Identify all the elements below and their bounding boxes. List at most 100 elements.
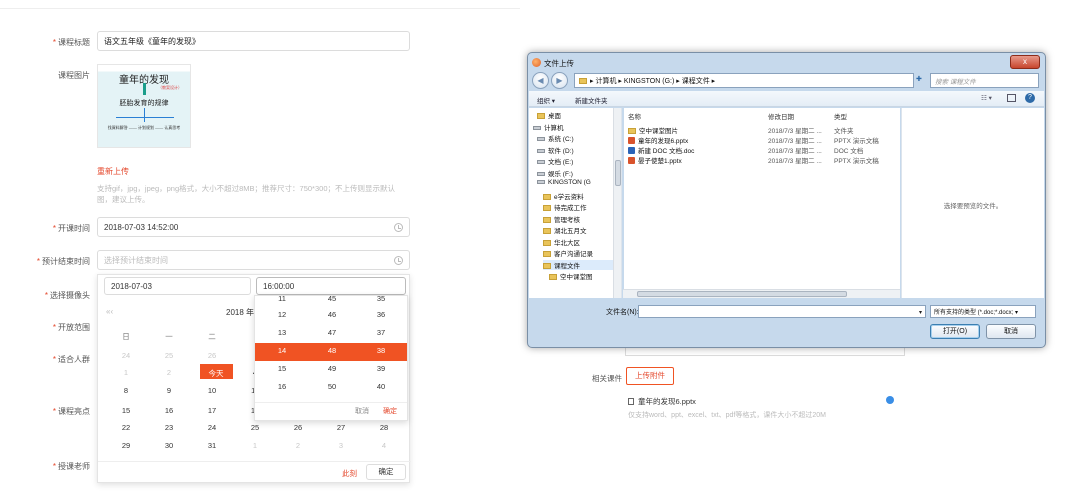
picker-time-input[interactable]: 16:00:00	[256, 277, 406, 295]
calendar-day[interactable]: 22	[114, 423, 138, 432]
nav-item[interactable]: 客户沟通记录	[543, 248, 593, 258]
nav-item[interactable]: 湖北五月文	[543, 225, 587, 235]
refresh-button[interactable]: ✚	[916, 75, 922, 83]
nav-scroll-thumb[interactable]	[615, 160, 621, 186]
calendar-day[interactable]: 26	[286, 423, 310, 432]
search-input[interactable]: 搜索 课程文件	[930, 73, 1039, 88]
time-option-minutes[interactable]: 46	[312, 310, 352, 319]
file-row[interactable]: 新建 DOC 文档.doc	[628, 145, 694, 155]
calendar-today[interactable]: 今天	[204, 368, 228, 379]
calendar-day[interactable]: 25	[157, 351, 181, 360]
time-option-hours[interactable]: 11	[262, 296, 302, 303]
filetype-select[interactable]: 所有支持的类型 (*.doc;*.docx; ▾	[930, 305, 1036, 318]
file-row[interactable]: 空中课堂图片	[628, 125, 678, 135]
close-button[interactable]: x	[1010, 55, 1040, 69]
organize-menu[interactable]: 组织 ▾	[537, 95, 555, 105]
time-option-minutes[interactable]: 47	[312, 328, 352, 337]
nav-item[interactable]: 桌面	[537, 110, 561, 120]
column-name[interactable]: 名称	[628, 111, 641, 121]
address-bar[interactable]: ▸ 计算机 ▸ KINGSTON (G:) ▸ 课程文件 ▸	[574, 73, 914, 88]
column-date[interactable]: 修改日期	[768, 111, 794, 121]
time-option-minutes[interactable]: 49	[312, 364, 352, 373]
nav-item[interactable]: 娱乐 (F:)	[537, 168, 573, 178]
calendar-day[interactable]: 24	[200, 423, 224, 432]
picker-now-button[interactable]: 此刻	[342, 468, 357, 479]
back-button[interactable]: ◀	[532, 72, 549, 89]
time-option-hours[interactable]: 16	[262, 382, 302, 391]
time-option-minutes[interactable]: 50	[312, 382, 352, 391]
nav-item[interactable]: 软件 (D:)	[537, 145, 574, 155]
calendar-day[interactable]: 1	[243, 441, 267, 450]
preview-pane-icon[interactable]	[1007, 94, 1016, 102]
calendar-day[interactable]: 17	[200, 406, 224, 415]
time-option-hours[interactable]: 14	[262, 346, 302, 355]
calendar-day[interactable]: 16	[157, 406, 181, 415]
help-icon[interactable]: ?	[1025, 93, 1035, 103]
reupload-link[interactable]: 重新上传	[97, 166, 129, 177]
filename-input[interactable]	[638, 305, 926, 318]
calendar-day[interactable]: 1	[114, 368, 138, 377]
nav-item[interactable]: 待完成工作	[543, 202, 587, 212]
course-title-input[interactable]: 语文五年级《童年的发现》	[97, 31, 410, 51]
time-option-seconds[interactable]: 39	[361, 364, 401, 373]
time-option-seconds[interactable]: 40	[361, 382, 401, 391]
nav-item[interactable]: 系统 (C:)	[537, 133, 574, 143]
nav-item[interactable]: 课程文件	[543, 259, 613, 270]
time-option-minutes[interactable]: 45	[312, 296, 352, 303]
time-option-hours[interactable]: 12	[262, 310, 302, 319]
nav-item[interactable]: 华北大区	[543, 237, 580, 247]
calendar-day[interactable]: 4	[372, 441, 396, 450]
calendar-day[interactable]: 2	[157, 368, 181, 377]
calendar-day[interactable]: 2	[286, 441, 310, 450]
time-option-minutes[interactable]: 48	[312, 346, 352, 355]
picker-date-input[interactable]: 2018-07-03	[104, 277, 251, 295]
calendar-day[interactable]: 15	[114, 406, 138, 415]
calendar-day[interactable]: 8	[114, 386, 138, 395]
time-option-seconds[interactable]: 38	[361, 346, 401, 355]
file-row[interactable]: 童年的发现6.pptx	[628, 135, 688, 145]
time-option-hours[interactable]: 13	[262, 328, 302, 337]
nav-item[interactable]: 管理考核	[543, 214, 580, 224]
nav-item[interactable]: 计算机	[533, 122, 564, 132]
calendar-day[interactable]: 28	[372, 423, 396, 432]
calendar-day[interactable]: 30	[157, 441, 181, 450]
filename-dropdown-arrow-icon[interactable]: ▾	[919, 309, 922, 316]
file-row[interactable]: 晏子使楚1.pptx	[628, 155, 682, 165]
column-type[interactable]: 类型	[834, 111, 847, 121]
calendar-day[interactable]: 25	[243, 423, 267, 432]
calendar-day[interactable]: 26	[200, 351, 224, 360]
forward-button[interactable]: ▶	[551, 72, 568, 89]
upload-attachment-button[interactable]: 上传附件	[626, 367, 674, 385]
nav-scrollbar[interactable]	[613, 108, 621, 298]
time-option-seconds[interactable]: 37	[361, 328, 401, 337]
course-image-thumbnail[interactable]: 童年的发现 （教案设计） 胚胎发育的规律 找資料解答 —— 计划规划 —— 认真…	[97, 64, 191, 148]
calendar-day[interactable]: 23	[157, 423, 181, 432]
cancel-button[interactable]: 取消	[986, 324, 1036, 339]
nav-item[interactable]: 空中课堂图	[549, 271, 593, 281]
nav-item[interactable]: 文档 (E:)	[537, 156, 573, 166]
time-cancel-button[interactable]: 取消	[355, 406, 369, 416]
prev-year-button[interactable]: «‹	[106, 307, 113, 316]
calendar-day[interactable]: 27	[329, 423, 353, 432]
time-option-hours[interactable]: 15	[262, 364, 302, 373]
nav-item[interactable]: KINGSTON (G	[537, 179, 591, 186]
calendar-day[interactable]: 31	[200, 441, 224, 450]
calendar-day[interactable]: 29	[114, 441, 138, 450]
picker-ok-button[interactable]: 确定	[366, 464, 406, 480]
new-folder-button[interactable]: 新建文件夹	[575, 95, 608, 105]
nav-item[interactable]: e学云资料	[543, 191, 584, 201]
start-time-input[interactable]: 2018-07-03 14:52:00	[97, 217, 410, 237]
calendar-day[interactable]: 3	[329, 441, 353, 450]
calendar-day[interactable]: 9	[157, 386, 181, 395]
time-option-seconds[interactable]: 36	[361, 310, 401, 319]
open-button[interactable]: 打开(O)	[930, 324, 980, 339]
file-list-scrollbar[interactable]	[623, 289, 900, 298]
time-confirm-button[interactable]: 确定	[383, 406, 397, 416]
calendar-day[interactable]: 10	[200, 386, 224, 395]
file-list-scroll-thumb[interactable]	[637, 291, 847, 297]
end-time-input[interactable]: 选择预计结束时间	[97, 250, 410, 270]
calendar-day[interactable]: 24	[114, 351, 138, 360]
time-option-seconds[interactable]: 35	[361, 296, 401, 303]
attachment-file[interactable]: 童年的发现6.pptx	[628, 396, 696, 407]
view-menu-button[interactable]: ☷ ▾	[981, 94, 992, 102]
